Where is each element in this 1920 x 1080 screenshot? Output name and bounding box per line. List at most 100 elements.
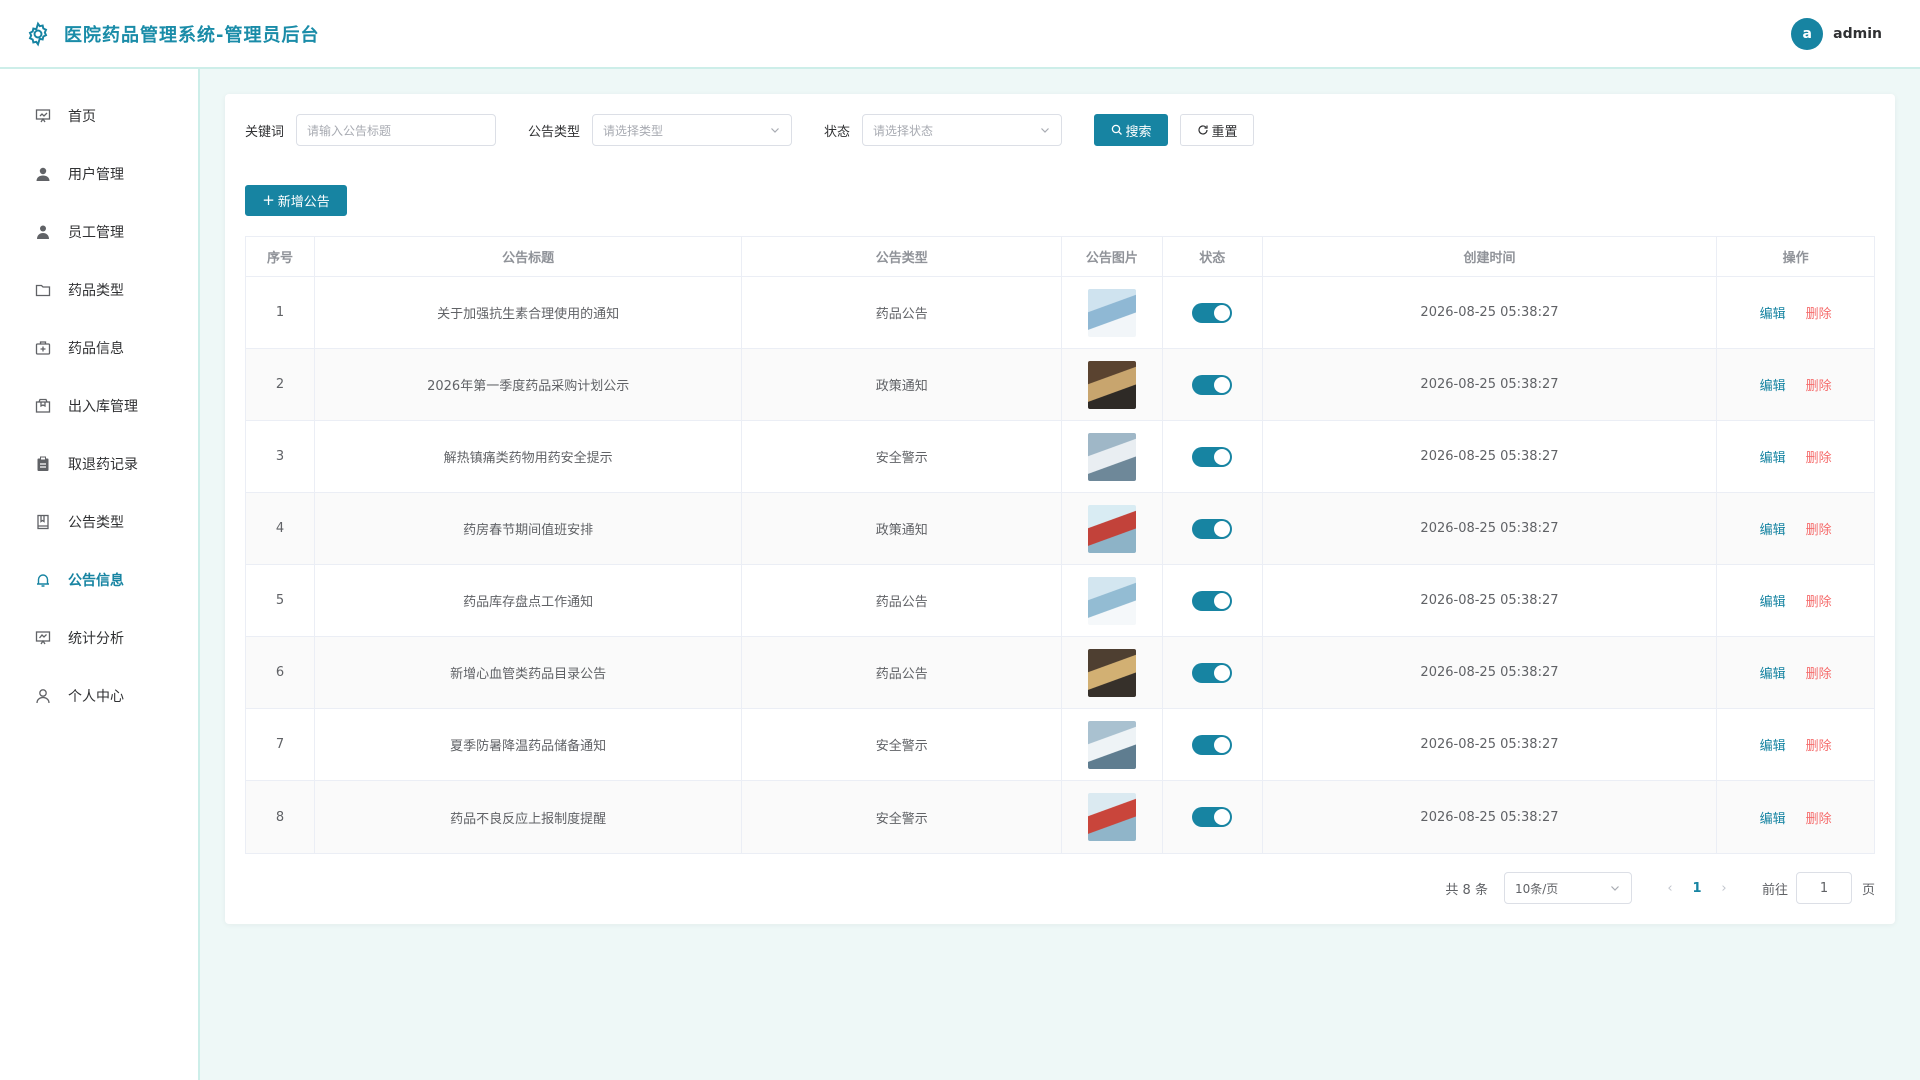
user-menu[interactable]: a admin xyxy=(1791,18,1882,50)
notice-thumbnail[interactable] xyxy=(1087,504,1136,553)
col-header-created: 创建时间 xyxy=(1263,237,1718,276)
sidebar-item-users[interactable]: 用户管理 xyxy=(0,145,198,203)
delete-button[interactable]: 删除 xyxy=(1806,663,1832,682)
edit-button[interactable]: 编辑 xyxy=(1760,303,1786,322)
col-header-no: 序号 xyxy=(246,237,315,276)
edit-button[interactable]: 编辑 xyxy=(1760,663,1786,682)
delete-button[interactable]: 删除 xyxy=(1806,519,1832,538)
status-placeholder: 请选择状态 xyxy=(873,123,934,138)
folder-icon xyxy=(34,281,52,299)
notice-thumbnail[interactable] xyxy=(1087,576,1136,625)
notice-thumbnail[interactable] xyxy=(1087,432,1136,481)
goto-page-input[interactable] xyxy=(1795,872,1852,904)
sidebar-item-dispense-records[interactable]: 取退药记录 xyxy=(0,435,198,493)
sidebar-item-profile[interactable]: 个人中心 xyxy=(0,667,198,725)
delete-button[interactable]: 删除 xyxy=(1806,447,1832,466)
chevron-down-icon xyxy=(1041,128,1049,133)
edit-button[interactable]: 编辑 xyxy=(1760,735,1786,754)
table-row: 1 关于加强抗生素合理使用的通知 药品公告 2026-08-25 05:38:27 编辑… xyxy=(246,277,1874,349)
col-header-status: 状态 xyxy=(1163,237,1263,276)
sidebar-item-statistics[interactable]: 统计分析 xyxy=(0,609,198,667)
cell-created-time: 2026-08-25 05:38:27 xyxy=(1263,565,1718,636)
status-toggle[interactable] xyxy=(1192,518,1233,539)
cell-actions: 编辑 删除 xyxy=(1717,493,1874,564)
cell-type: 药品公告 xyxy=(742,565,1062,636)
edit-button[interactable]: 编辑 xyxy=(1760,519,1786,538)
notice-thumbnail[interactable] xyxy=(1087,288,1136,337)
sidebar-item-medicine-type[interactable]: 药品类型 xyxy=(0,261,198,319)
cell-status xyxy=(1163,709,1263,780)
status-toggle[interactable] xyxy=(1192,662,1233,683)
table-header: 序号 公告标题 公告类型 公告图片 状态 创建时间 操作 xyxy=(246,237,1874,277)
cell-status xyxy=(1163,493,1263,564)
sidebar-item-notice-info[interactable]: 公告信息 xyxy=(0,551,198,609)
table-row: 3 解热镇痛类药物用药安全提示 安全警示 2026-08-25 05:38:27 编辑 删… xyxy=(246,421,1874,493)
cell-actions: 编辑 删除 xyxy=(1717,781,1874,853)
chart-icon xyxy=(34,629,52,647)
cell-type: 安全警示 xyxy=(742,421,1062,492)
status-toggle[interactable] xyxy=(1192,302,1233,323)
edit-button[interactable]: 编辑 xyxy=(1760,808,1786,827)
cell-title: 药房春节期间值班安排 xyxy=(315,493,743,564)
home-icon xyxy=(34,107,52,125)
cell-actions: 编辑 删除 xyxy=(1717,637,1874,708)
total-count: 共 8 条 xyxy=(1445,882,1488,898)
cell-status xyxy=(1163,565,1263,636)
cell-title: 关于加强抗生素合理使用的通知 xyxy=(315,277,743,348)
status-toggle[interactable] xyxy=(1192,590,1233,611)
sidebar-item-label: 统计分析 xyxy=(68,631,124,647)
sidebar-item-medicine-info[interactable]: 药品信息 xyxy=(0,319,198,377)
sidebar-item-home[interactable]: 首页 xyxy=(0,87,198,145)
cell-no: 7 xyxy=(246,709,315,780)
sidebar-item-inventory[interactable]: 出入库管理 xyxy=(0,377,198,435)
col-header-title: 公告标题 xyxy=(315,237,743,276)
delete-button[interactable]: 删除 xyxy=(1806,375,1832,394)
edit-button[interactable]: 编辑 xyxy=(1760,447,1786,466)
prev-page-button[interactable]: ‹ xyxy=(1658,881,1682,896)
table-row: 8 药品不良反应上报制度提醒 安全警示 2026-08-25 05:38:27 编辑 删除 xyxy=(246,781,1874,853)
table-row: 6 新增心血管类药品目录公告 药品公告 2026-08-25 05:38:27 编辑 删除 xyxy=(246,637,1874,709)
cell-no: 3 xyxy=(246,421,315,492)
status-toggle[interactable] xyxy=(1192,734,1233,755)
status-toggle[interactable] xyxy=(1192,807,1233,827)
cell-actions: 编辑 删除 xyxy=(1717,421,1874,492)
notice-thumbnail[interactable] xyxy=(1087,793,1136,841)
cell-actions: 编辑 删除 xyxy=(1717,277,1874,348)
cell-image xyxy=(1062,709,1163,780)
search-icon xyxy=(1111,124,1122,135)
notice-thumbnail[interactable] xyxy=(1087,720,1136,769)
avatar[interactable]: a xyxy=(1791,18,1824,50)
reset-button[interactable]: 重置 xyxy=(1180,114,1255,146)
type-select[interactable]: 请选择类型 xyxy=(592,114,793,146)
add-notice-button[interactable]: + 新增公告 xyxy=(245,185,347,216)
notice-thumbnail[interactable] xyxy=(1087,360,1136,409)
cell-title: 2026年第一季度药品采购计划公示 xyxy=(315,349,743,420)
delete-button[interactable]: 删除 xyxy=(1806,735,1832,754)
sidebar-item-label: 公告类型 xyxy=(68,515,124,531)
sidebar-item-notice-type[interactable]: 公告类型 xyxy=(0,493,198,551)
notice-table: 序号 公告标题 公告类型 公告图片 状态 创建时间 操作 1 关于加强抗生素合理使… xyxy=(245,236,1875,854)
edit-button[interactable]: 编辑 xyxy=(1760,591,1786,610)
reset-button-label: 重置 xyxy=(1211,124,1238,140)
sidebar-item-label: 个人中心 xyxy=(68,689,124,705)
cell-actions: 编辑 删除 xyxy=(1717,349,1874,420)
cell-created-time: 2026-08-25 05:38:27 xyxy=(1263,781,1718,853)
sidebar-item-staff[interactable]: 员工管理 xyxy=(0,203,198,261)
notice-thumbnail[interactable] xyxy=(1087,648,1136,697)
status-select[interactable]: 请选择状态 xyxy=(862,114,1063,146)
delete-button[interactable]: 删除 xyxy=(1806,591,1832,610)
search-button[interactable]: 搜索 xyxy=(1094,114,1169,146)
next-page-button[interactable]: › xyxy=(1712,881,1736,896)
delete-button[interactable]: 删除 xyxy=(1806,808,1832,827)
sidebar-item-label: 用户管理 xyxy=(68,167,124,183)
status-toggle[interactable] xyxy=(1192,374,1233,395)
cell-title: 新增心血管类药品目录公告 xyxy=(315,637,743,708)
status-toggle[interactable] xyxy=(1192,446,1233,467)
delete-button[interactable]: 删除 xyxy=(1806,303,1832,322)
keyword-input[interactable]: 请输入公告标题 xyxy=(296,114,497,146)
username[interactable]: admin xyxy=(1833,26,1882,42)
page-number-1[interactable]: 1 xyxy=(1682,881,1712,896)
edit-button[interactable]: 编辑 xyxy=(1760,375,1786,394)
page-size-select[interactable]: 10条/页 xyxy=(1503,872,1632,904)
cell-image xyxy=(1062,637,1163,708)
